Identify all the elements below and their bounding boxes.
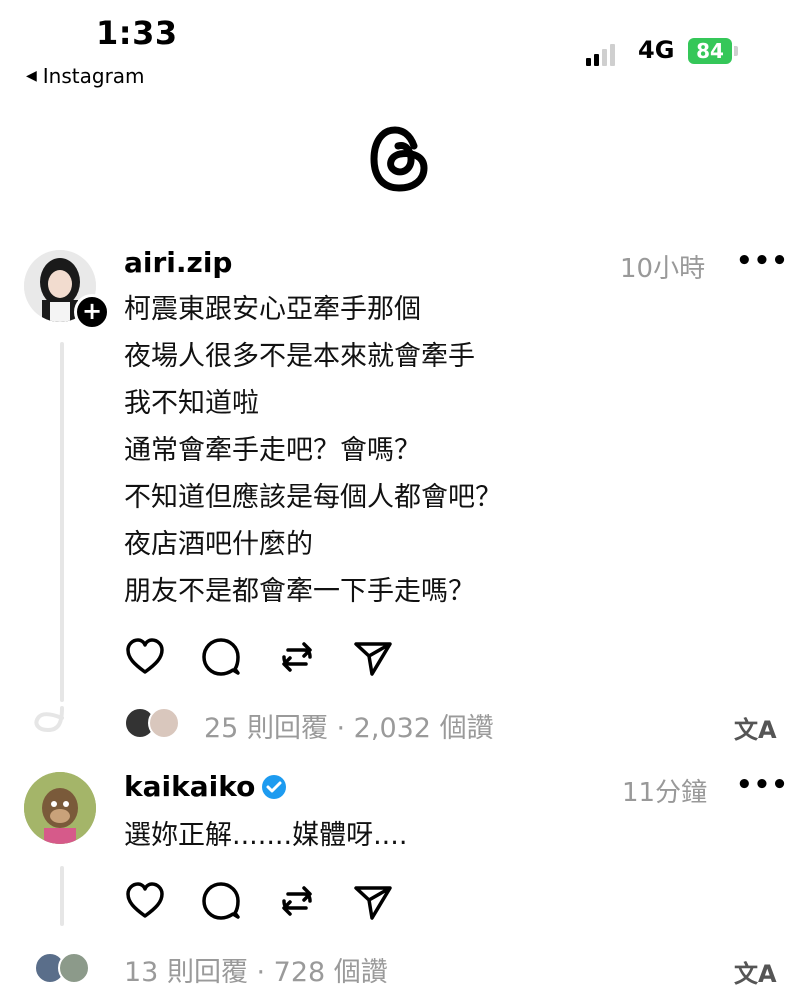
back-to-instagram[interactable]: ◀ Instagram [26,64,145,88]
comment-bubble-icon[interactable] [200,636,242,678]
post-line: 朋友不是都會牽一下手走嗎？ [124,576,475,607]
heart-icon[interactable] [124,636,166,678]
replier-avatars [34,952,94,984]
replier-avatars [124,707,184,739]
post-actions [124,636,394,678]
back-arrow-icon: ◀ [26,68,37,84]
post-line: 不知道但應該是每個人都會吧？ [124,482,502,513]
send-icon[interactable] [352,636,394,678]
back-app-label: Instagram [42,64,145,88]
comment-bubble-icon[interactable] [200,880,242,922]
repost-icon[interactable] [276,880,318,922]
follow-plus-button[interactable]: + [74,294,110,330]
replier-avatar [58,952,90,984]
heart-icon[interactable] [124,880,166,922]
post-stats[interactable]: 25 則回覆 · 2,032 個讚 [204,706,494,745]
more-options-button[interactable]: ••• [736,770,789,800]
reply-timestamp: 11分鐘 [622,778,708,808]
reply-username[interactable]: kaikaiko [124,770,255,803]
network-type: 4G [638,36,675,64]
avatar[interactable] [24,772,96,844]
replier-avatar [148,707,180,739]
post-line: 柯震東跟安心亞牽手那個 [124,294,421,325]
threads-logo-icon[interactable] [368,124,432,194]
post-username[interactable]: airi.zip [124,246,232,279]
post-body: 柯震東跟安心亞牽手那個 夜場人很多不是本來就會牽手 我不知道啦 通常會牽手走吧？… [124,286,502,615]
status-time: 1:33 [96,14,178,52]
reply-line: 選妳正解.......媒體呀.... [124,820,408,851]
ape-avatar-icon [24,772,96,844]
post-timestamp: 10小時 [620,254,706,284]
battery-cap [734,46,738,56]
reply-body: 選妳正解.......媒體呀.... [124,812,407,859]
send-icon[interactable] [352,880,394,922]
post-line: 通常會牽手走吧？會嗎？ [124,435,421,466]
repost-icon[interactable] [276,636,318,678]
thread-connector-line [60,342,64,702]
verified-badge-icon [262,774,287,799]
reply-actions [124,880,394,922]
post-line: 我不知道啦 [124,388,259,419]
battery-indicator: 84 [688,38,732,64]
reply-username-row[interactable]: kaikaiko [124,770,287,803]
translate-icon[interactable]: 文A [734,954,777,989]
translate-icon[interactable]: 文A [734,710,777,745]
thread-connector-line [60,866,64,926]
reply-stats[interactable]: 13 則回覆 · 728 個讚 [124,950,388,989]
signal-strength-icon [586,42,615,66]
thread-loop-icon [34,706,64,733]
post-line: 夜店酒吧什麼的 [124,529,313,560]
post-line: 夜場人很多不是本來就會牽手 [124,341,475,372]
more-options-button[interactable]: ••• [736,246,789,276]
